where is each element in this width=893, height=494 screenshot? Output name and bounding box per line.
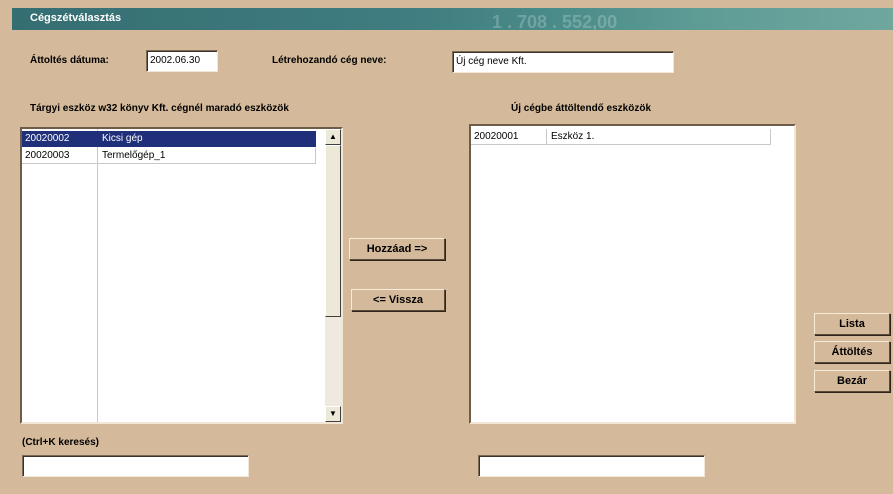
scroll-up-arrow-icon[interactable]: ▲ — [325, 129, 341, 145]
title-bar-decoration: 1 . 708 . 552,00 — [492, 12, 618, 30]
back-button[interactable]: <= Vissza — [351, 289, 445, 311]
remaining-assets-list[interactable]: 20020002 Kicsi gép 20020003 Termelőgép_1… — [20, 127, 343, 424]
right-search-input[interactable] — [478, 455, 705, 477]
asset-name: Termelőgép_1 — [102, 150, 166, 161]
transfer-button[interactable]: Áttöltés — [814, 341, 890, 363]
right-list-caption: Új cégbe áttöltendő eszközök — [511, 103, 652, 114]
scroll-down-arrow-icon[interactable]: ▼ — [325, 406, 341, 422]
list-row-selected[interactable]: 20020002 Kicsi gép — [22, 131, 316, 147]
company-name-field[interactable]: Új cég neve Kft. — [452, 51, 674, 73]
window-title: Cégszétválasztás — [30, 12, 122, 24]
asset-name: Eszköz 1. — [551, 131, 595, 142]
asset-code: 20020003 — [25, 150, 70, 161]
scrollbar-thumb[interactable] — [325, 145, 341, 317]
transfer-assets-list[interactable]: 20020001 Eszköz 1. — [469, 124, 796, 424]
asset-name: Kicsi gép — [102, 133, 143, 144]
close-button[interactable]: Bezár — [814, 370, 890, 392]
search-hint: (Ctrl+K keresés) — [22, 437, 99, 448]
transfer-date-label: Áttoltés dátuma: — [30, 55, 109, 66]
list-row[interactable]: 20020003 Termelőgép_1 — [22, 148, 316, 164]
list-row[interactable]: 20020001 Eszköz 1. — [471, 129, 771, 145]
asset-code: 20020001 — [474, 131, 519, 142]
left-list-caption: Tárgyi eszköz w32 könyv Kft. cégnél mara… — [30, 103, 289, 114]
column-separator — [546, 129, 547, 145]
column-separator — [97, 129, 98, 422]
transfer-date-field[interactable]: 2002.06.30 — [146, 50, 218, 72]
left-list-scrollbar[interactable]: ▲ ▼ — [325, 129, 341, 422]
add-button[interactable]: Hozzáad => — [349, 238, 445, 260]
asset-code: 20020002 — [25, 133, 70, 144]
company-name-label: Létrehozandó cég neve: — [272, 55, 387, 66]
left-search-input[interactable] — [22, 455, 249, 477]
window-title-bar: Cégszétválasztás 1 . 708 . 552,00 — [12, 8, 893, 30]
list-button[interactable]: Lista — [814, 313, 890, 335]
